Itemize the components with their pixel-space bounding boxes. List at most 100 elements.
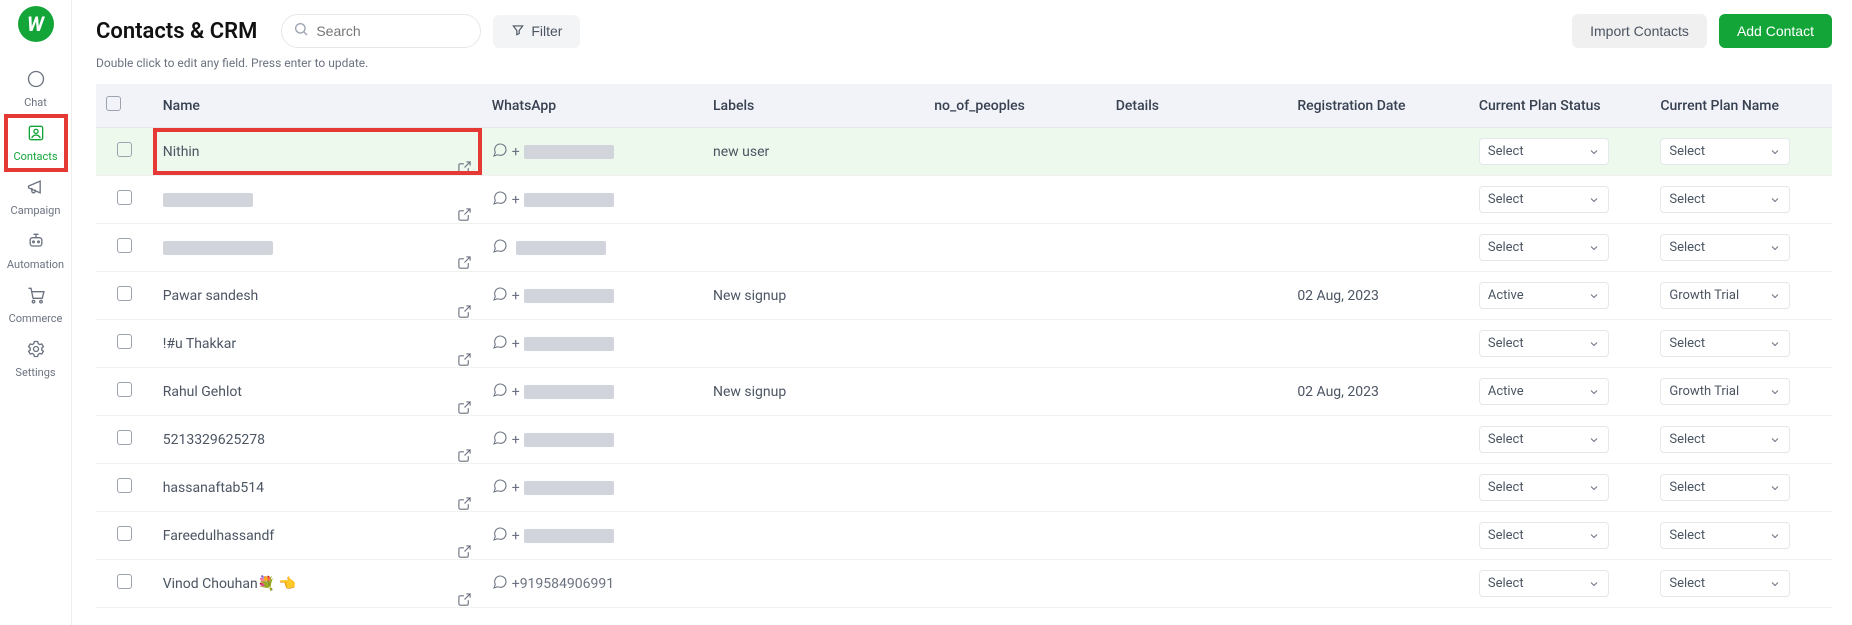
add-contact-button[interactable]: Add Contact bbox=[1719, 14, 1832, 48]
row-checkbox[interactable] bbox=[117, 478, 132, 493]
plan-name-value: Select bbox=[1669, 240, 1705, 255]
table-row[interactable]: Select Select bbox=[96, 224, 1832, 272]
gear-icon bbox=[26, 339, 46, 366]
plan-name-value: Select bbox=[1669, 144, 1705, 159]
plan-status-select[interactable]: Select bbox=[1479, 234, 1609, 261]
redacted-phone bbox=[516, 241, 606, 255]
plan-name-value: Select bbox=[1669, 432, 1705, 447]
plan-status-select[interactable]: Select bbox=[1479, 330, 1609, 357]
table-row[interactable]: Rahul Gehlot+New signup02 Aug, 2023Activ… bbox=[96, 368, 1832, 416]
sidebar: W Chat Contacts Campaign Automation bbox=[0, 0, 72, 625]
sidebar-item-automation[interactable]: Automation bbox=[6, 224, 66, 278]
import-contacts-button[interactable]: Import Contacts bbox=[1572, 14, 1707, 48]
contact-name: Rahul Gehlot bbox=[163, 384, 242, 400]
whatsapp-prefix: + bbox=[512, 528, 520, 544]
labels-value: New signup bbox=[713, 384, 786, 400]
whatsapp-icon bbox=[492, 430, 508, 450]
row-checkbox[interactable] bbox=[117, 430, 132, 445]
sidebar-item-settings[interactable]: Settings bbox=[6, 332, 66, 386]
row-checkbox[interactable] bbox=[117, 574, 132, 589]
plan-name-select[interactable]: Select bbox=[1660, 522, 1790, 549]
contact-name: Fareedulhassandf bbox=[163, 528, 275, 544]
robot-icon bbox=[26, 231, 46, 258]
sidebar-item-contacts[interactable]: Contacts bbox=[6, 116, 66, 170]
filter-button[interactable]: Filter bbox=[493, 15, 580, 48]
contacts-icon bbox=[26, 123, 46, 150]
row-checkbox[interactable] bbox=[117, 286, 132, 301]
labels-value: new user bbox=[713, 144, 769, 160]
plan-status-select[interactable]: Select bbox=[1479, 570, 1609, 597]
row-checkbox[interactable] bbox=[117, 334, 132, 349]
plan-status-select[interactable]: Select bbox=[1479, 138, 1609, 165]
whatsapp-icon bbox=[492, 526, 508, 546]
row-checkbox[interactable] bbox=[117, 142, 132, 157]
whatsapp-prefix: + bbox=[512, 288, 520, 304]
table-row[interactable]: 5213329625278+SelectSelect bbox=[96, 416, 1832, 464]
row-checkbox[interactable] bbox=[117, 190, 132, 205]
plan-status-select[interactable]: Active bbox=[1479, 378, 1609, 405]
plan-status-value: Select bbox=[1488, 144, 1524, 159]
plan-name-select[interactable]: Select bbox=[1660, 474, 1790, 501]
row-checkbox[interactable] bbox=[117, 526, 132, 541]
table-row[interactable]: !#u Thakkar+SelectSelect bbox=[96, 320, 1832, 368]
whatsapp-prefix: + bbox=[512, 192, 520, 208]
whatsapp-icon bbox=[492, 142, 508, 162]
col-labels: Labels bbox=[703, 84, 924, 128]
whatsapp-prefix: + bbox=[512, 384, 520, 400]
whatsapp-prefix: + bbox=[512, 336, 520, 352]
redacted-name bbox=[163, 241, 273, 255]
plan-status-value: Select bbox=[1488, 432, 1524, 447]
app-logo: W bbox=[18, 6, 54, 42]
plan-name-select[interactable]: Select bbox=[1660, 138, 1790, 165]
whatsapp-icon bbox=[492, 334, 508, 354]
sidebar-item-campaign[interactable]: Campaign bbox=[6, 170, 66, 224]
table-row[interactable]: Vinod Chouhan💐 👈+919584906991SelectSelec… bbox=[96, 560, 1832, 608]
search-wrap bbox=[281, 14, 481, 48]
plan-status-select[interactable]: Select bbox=[1479, 426, 1609, 453]
sidebar-item-label: Campaign bbox=[11, 204, 61, 217]
col-plan-name: Current Plan Name bbox=[1650, 84, 1832, 128]
plan-name-select[interactable]: Select bbox=[1660, 570, 1790, 597]
plan-name-value: Select bbox=[1669, 192, 1705, 207]
plan-name-select[interactable]: Growth Trial bbox=[1660, 282, 1790, 309]
col-plan-status: Current Plan Status bbox=[1469, 84, 1651, 128]
plan-status-select[interactable]: Active bbox=[1479, 282, 1609, 309]
plan-name-select[interactable]: Growth Trial bbox=[1660, 378, 1790, 405]
plan-status-select[interactable]: Select bbox=[1479, 474, 1609, 501]
search-input[interactable] bbox=[281, 14, 481, 48]
plan-status-select[interactable]: Select bbox=[1479, 186, 1609, 213]
sidebar-item-label: Settings bbox=[15, 366, 55, 379]
table-row[interactable]: Fareedulhassandf + Select Select bbox=[96, 512, 1832, 560]
redacted-phone bbox=[524, 337, 614, 351]
whatsapp-icon bbox=[492, 190, 508, 210]
plan-name-select[interactable]: Select bbox=[1660, 186, 1790, 213]
table-row[interactable]: Nithin+new userSelectSelect bbox=[96, 128, 1832, 176]
plan-name-select[interactable]: Select bbox=[1660, 330, 1790, 357]
plan-status-select[interactable]: Select bbox=[1479, 522, 1609, 549]
sidebar-item-commerce[interactable]: Commerce bbox=[6, 278, 66, 332]
redacted-phone bbox=[524, 481, 614, 495]
col-details: Details bbox=[1106, 84, 1288, 128]
select-all-checkbox[interactable] bbox=[106, 96, 121, 111]
table-row[interactable]: Pawar sandesh+New signup02 Aug, 2023Acti… bbox=[96, 272, 1832, 320]
plan-status-value: Select bbox=[1488, 480, 1524, 495]
table-row[interactable]: + Select Select bbox=[96, 176, 1832, 224]
page-title: Contacts & CRM bbox=[96, 19, 257, 44]
whatsapp-prefix: + bbox=[512, 144, 520, 160]
registration-date-value: 02 Aug, 2023 bbox=[1297, 288, 1379, 304]
col-whatsapp: WhatsApp bbox=[482, 84, 703, 128]
open-external-icon[interactable] bbox=[457, 592, 472, 611]
sidebar-item-chat[interactable]: Chat bbox=[6, 62, 66, 116]
plan-name-value: Growth Trial bbox=[1669, 288, 1739, 303]
redacted-phone bbox=[524, 385, 614, 399]
row-checkbox[interactable] bbox=[117, 238, 132, 253]
plan-name-select[interactable]: Select bbox=[1660, 234, 1790, 261]
whatsapp-prefix: + bbox=[512, 480, 520, 496]
main-content: Contacts & CRM Filter Import Contacts Ad… bbox=[72, 0, 1852, 625]
contact-name: hassanaftab514 bbox=[163, 480, 264, 496]
table-row[interactable]: hassanaftab514 + Select Select bbox=[96, 464, 1832, 512]
row-checkbox[interactable] bbox=[117, 382, 132, 397]
whatsapp-number: +919584906991 bbox=[512, 576, 614, 592]
plan-name-select[interactable]: Select bbox=[1660, 426, 1790, 453]
plan-status-value: Select bbox=[1488, 240, 1524, 255]
